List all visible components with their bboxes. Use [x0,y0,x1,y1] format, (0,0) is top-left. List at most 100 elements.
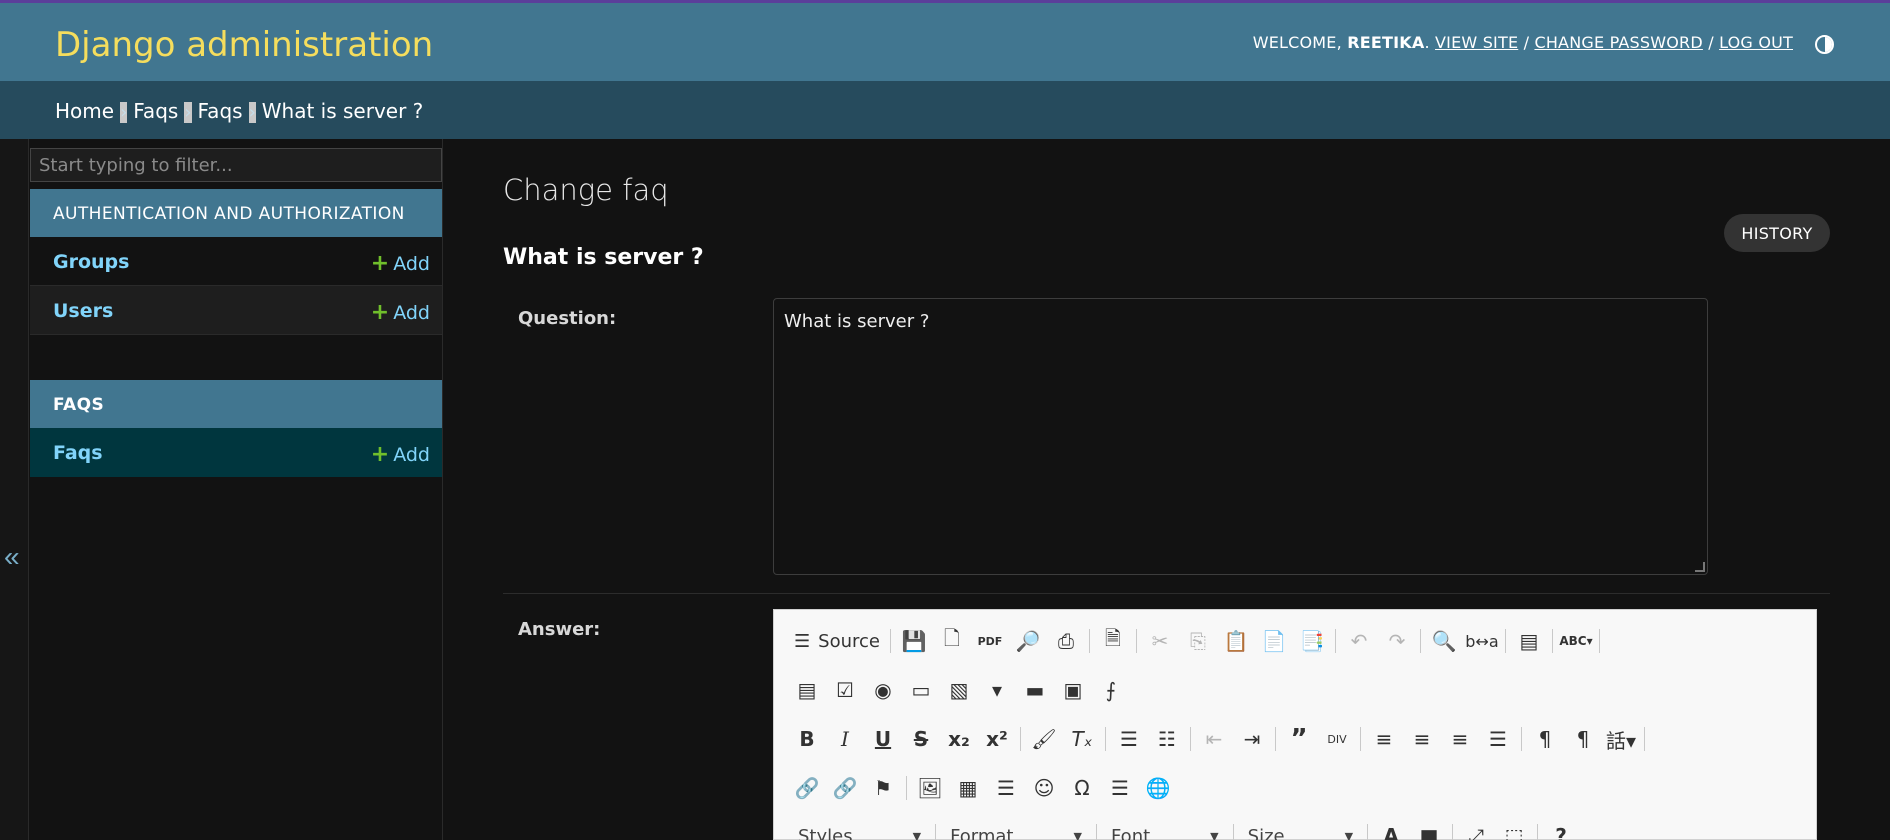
bulleted-list-icon[interactable]: ☷ [1148,722,1186,756]
rtl-icon[interactable]: ¶ [1564,722,1602,756]
iframe-icon[interactable]: 🌐 [1139,771,1177,805]
replace-icon[interactable]: b↔a [1463,624,1501,658]
strike-icon[interactable]: S [902,722,940,756]
redo-icon[interactable]: ↷ [1378,624,1416,658]
select-icon[interactable]: ▾ [978,673,1016,707]
select-all-icon[interactable]: ▤ [1510,624,1548,658]
templates-icon[interactable]: 🗎 [1094,624,1132,658]
add-label: Add [393,302,430,324]
add-groups-button[interactable]: + Add [371,251,430,276]
answer-rich-text-editor[interactable]: ☰ Source 💾 🗋 PDF 🔎 ⎙ 🗎 ✂ ⎘ 📋 📄 📑 ↶ ↷ 🔍 b↔… [773,609,1817,840]
special-char-icon[interactable]: Ω [1063,771,1101,805]
background-color-icon[interactable]: ■ [1410,819,1448,840]
source-label: Source [818,630,880,652]
user-tools: WELCOME, REETIKA. VIEW SITE / CHANGE PAS… [1252,33,1793,52]
nav-filter-input[interactable]: Start typing to filter... [30,148,442,182]
resize-handle-icon[interactable] [1695,562,1705,572]
breadcrumb-model[interactable]: Faqs [198,99,243,123]
paste-word-icon[interactable]: 📑 [1293,624,1331,658]
unlink-icon[interactable]: 🔗 [826,771,864,805]
align-right-icon[interactable]: ≡ [1441,722,1479,756]
add-users-button[interactable]: + Add [371,300,430,325]
history-button[interactable]: HISTORY [1724,214,1830,252]
bold-icon[interactable]: B [788,722,826,756]
textarea-icon[interactable]: ▧ [940,673,978,707]
breadcrumb-app[interactable]: Faqs [133,99,178,123]
model-link-faqs[interactable]: Faqs [53,442,103,464]
maximize-icon[interactable]: ⤢ [1457,819,1495,840]
radio-icon[interactable]: ◉ [864,673,902,707]
styles-combo[interactable]: Styles ▼ [788,821,931,840]
copy-icon[interactable]: ⎘ [1179,624,1217,658]
size-combo[interactable]: Size ▼ [1238,821,1363,840]
sidebar-toggle[interactable]: « [0,139,29,840]
checkbox-icon[interactable]: ☑ [826,673,864,707]
theme-toggle-icon[interactable] [1815,35,1834,54]
change-password-link[interactable]: CHANGE PASSWORD [1534,33,1702,52]
font-combo-label: Font [1110,825,1151,840]
copy-format-icon[interactable]: 🖌 [1025,722,1063,756]
paste-text-icon[interactable]: 📄 [1255,624,1293,658]
find-icon[interactable]: 🔍 [1425,624,1463,658]
superscript-icon[interactable]: x² [978,722,1016,756]
sidebar-item-faqs[interactable]: Faqs + Add [30,428,442,477]
log-out-link[interactable]: LOG OUT [1719,33,1793,52]
undo-icon[interactable]: ↶ [1340,624,1378,658]
image-icon[interactable]: 🖼 [911,771,949,805]
page-break-icon[interactable]: ☰ [1101,771,1139,805]
toolbar-row-2: ▤ ☑ ◉ ▭ ▧ ▾ ▬ ▣ ⨍ [788,672,1130,708]
app-caption-faqs[interactable]: FAQS [30,380,442,428]
numbered-list-icon[interactable]: ☰ [1110,722,1148,756]
print-icon[interactable]: ⎙ [1047,624,1085,658]
link-icon[interactable]: 🔗 [788,771,826,805]
preview-icon[interactable]: 🔎 [1009,624,1047,658]
breadcrumb-home[interactable]: Home [55,99,114,123]
pdf-icon[interactable]: PDF [971,624,1009,658]
model-link-groups[interactable]: Groups [53,251,129,273]
format-combo[interactable]: Format ▼ [940,821,1092,840]
text-color-icon[interactable]: A [1372,819,1410,840]
toolbar-row-1: ☰ Source 💾 🗋 PDF 🔎 ⎙ 🗎 ✂ ⎘ 📋 📄 📑 ↶ ↷ 🔍 b↔… [788,623,1604,659]
sidebar-item-users[interactable]: Users + Add [30,286,442,335]
cut-icon[interactable]: ✂ [1141,624,1179,658]
spellcheck-icon[interactable]: ABC▾ [1557,624,1595,658]
outdent-icon[interactable]: ⇤ [1195,722,1233,756]
sidebar-item-groups[interactable]: Groups + Add [30,237,442,286]
align-center-icon[interactable]: ≡ [1403,722,1441,756]
justify-icon[interactable]: ☰ [1479,722,1517,756]
breadcrumb: Home › Faqs › Faqs › What is server ? [0,81,1890,139]
image-button-icon[interactable]: ▣ [1054,673,1092,707]
remove-format-icon[interactable]: Tₓ [1063,722,1101,756]
subscript-icon[interactable]: x₂ [940,722,978,756]
font-combo[interactable]: Font ▼ [1101,821,1229,840]
question-textarea[interactable]: What is server ? [773,298,1708,575]
site-brand[interactable]: Django administration [55,25,433,65]
paste-icon[interactable]: 📋 [1217,624,1255,658]
horizontal-line-icon[interactable]: ☰ [987,771,1025,805]
add-faqs-button[interactable]: + Add [371,442,430,467]
app-caption-auth[interactable]: AUTHENTICATION AND AUTHORIZATION [30,189,442,237]
show-blocks-icon[interactable]: ⬚ [1495,819,1533,840]
textfield-icon[interactable]: ▭ [902,673,940,707]
view-site-link[interactable]: VIEW SITE [1435,33,1518,52]
align-left-icon[interactable]: ≡ [1365,722,1403,756]
button-icon[interactable]: ▬ [1016,673,1054,707]
form-icon[interactable]: ▤ [788,673,826,707]
italic-icon[interactable]: I [826,722,864,756]
ltr-icon[interactable]: ¶ [1526,722,1564,756]
model-link-users[interactable]: Users [53,300,113,322]
div-icon[interactable]: DIV [1318,722,1356,756]
help-icon[interactable]: ? [1542,819,1580,840]
underline-icon[interactable]: U [864,722,902,756]
anchor-icon[interactable]: ⚑ [864,771,902,805]
smiley-icon[interactable]: ☺ [1025,771,1063,805]
source-button[interactable]: ☰ Source [788,624,886,658]
blockquote-icon[interactable]: ” [1280,722,1318,756]
hidden-field-icon[interactable]: ⨍ [1092,673,1130,707]
collapse-icon[interactable]: « [4,541,20,573]
indent-icon[interactable]: ⇥ [1233,722,1271,756]
language-icon[interactable]: 話▾ [1602,722,1640,756]
table-icon[interactable]: ▦ [949,771,987,805]
save-icon[interactable]: 💾 [895,624,933,658]
new-page-icon[interactable]: 🗋 [933,624,971,658]
